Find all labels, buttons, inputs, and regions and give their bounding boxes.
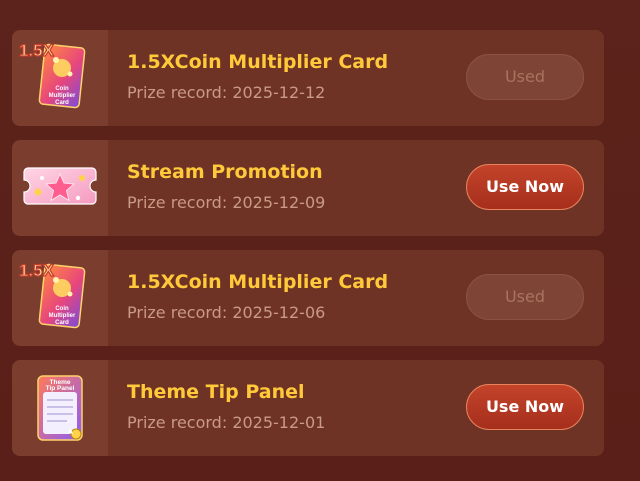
prize-record-label: Prize record:	[127, 303, 228, 322]
prize-thumbnail: Theme Tip Panel	[12, 360, 108, 456]
used-button[interactable]: Used	[466, 54, 584, 100]
prize-thumbnail: Coin Multiplier Card 1.5X	[12, 250, 108, 346]
prize-card: Coin Multiplier Card 1.5X 1.5XCoin Multi…	[12, 30, 604, 126]
prize-record-label: Prize record:	[127, 193, 228, 212]
prize-card: Theme Tip Panel Theme Tip Panel Prize re…	[12, 360, 604, 456]
prize-thumbnail: Coin Multiplier Card 1.5X	[12, 30, 108, 126]
prize-list: Coin Multiplier Card 1.5X 1.5XCoin Multi…	[0, 0, 640, 481]
prize-record-label: Prize record:	[127, 413, 228, 432]
prize-record: Prize record: 2025-12-06	[127, 303, 325, 322]
svg-text:Coin: Coin	[55, 86, 69, 92]
prize-record: Prize record: 2025-12-09	[127, 193, 325, 212]
svg-text:Multiplier: Multiplier	[49, 93, 76, 99]
prize-record-date: 2025-12-06	[232, 303, 326, 322]
multiplier-card-icon: Coin Multiplier Card 1.5X	[18, 40, 86, 109]
stream-promotion-ticket-icon	[23, 167, 97, 205]
svg-text:Multiplier: Multiplier	[49, 313, 76, 319]
prize-record-date: 2025-12-12	[232, 83, 326, 102]
theme-tip-panel-icon: Theme Tip Panel	[37, 375, 83, 441]
prize-record-date: 2025-12-09	[232, 193, 326, 212]
prize-title: Theme Tip Panel	[127, 381, 305, 403]
prize-record-date: 2025-12-01	[232, 413, 326, 432]
svg-text:Tip Panel: Tip Panel	[46, 385, 75, 392]
prize-title: 1.5XCoin Multiplier Card	[127, 51, 389, 73]
prize-title: Stream Promotion	[127, 161, 323, 183]
prize-card: Coin Multiplier Card 1.5X 1.5XCoin Multi…	[12, 250, 604, 346]
prize-card: Stream Promotion Prize record: 2025-12-0…	[12, 140, 604, 236]
svg-text:1.5X: 1.5X	[19, 261, 55, 280]
svg-text:Card: Card	[55, 100, 69, 106]
prize-record: Prize record: 2025-12-01	[127, 413, 325, 432]
prize-thumbnail	[12, 140, 108, 236]
prize-record: Prize record: 2025-12-12	[127, 83, 325, 102]
used-button[interactable]: Used	[466, 274, 584, 320]
prize-record-label: Prize record:	[127, 83, 228, 102]
use-now-button[interactable]: Use Now	[466, 164, 584, 210]
prize-title: 1.5XCoin Multiplier Card	[127, 271, 389, 293]
multiplier-card-icon: Coin Multiplier Card 1.5X	[18, 260, 86, 329]
use-now-button[interactable]: Use Now	[466, 384, 584, 430]
svg-text:1.5X: 1.5X	[19, 41, 55, 60]
svg-text:Coin: Coin	[55, 306, 69, 312]
svg-text:Card: Card	[55, 320, 69, 326]
